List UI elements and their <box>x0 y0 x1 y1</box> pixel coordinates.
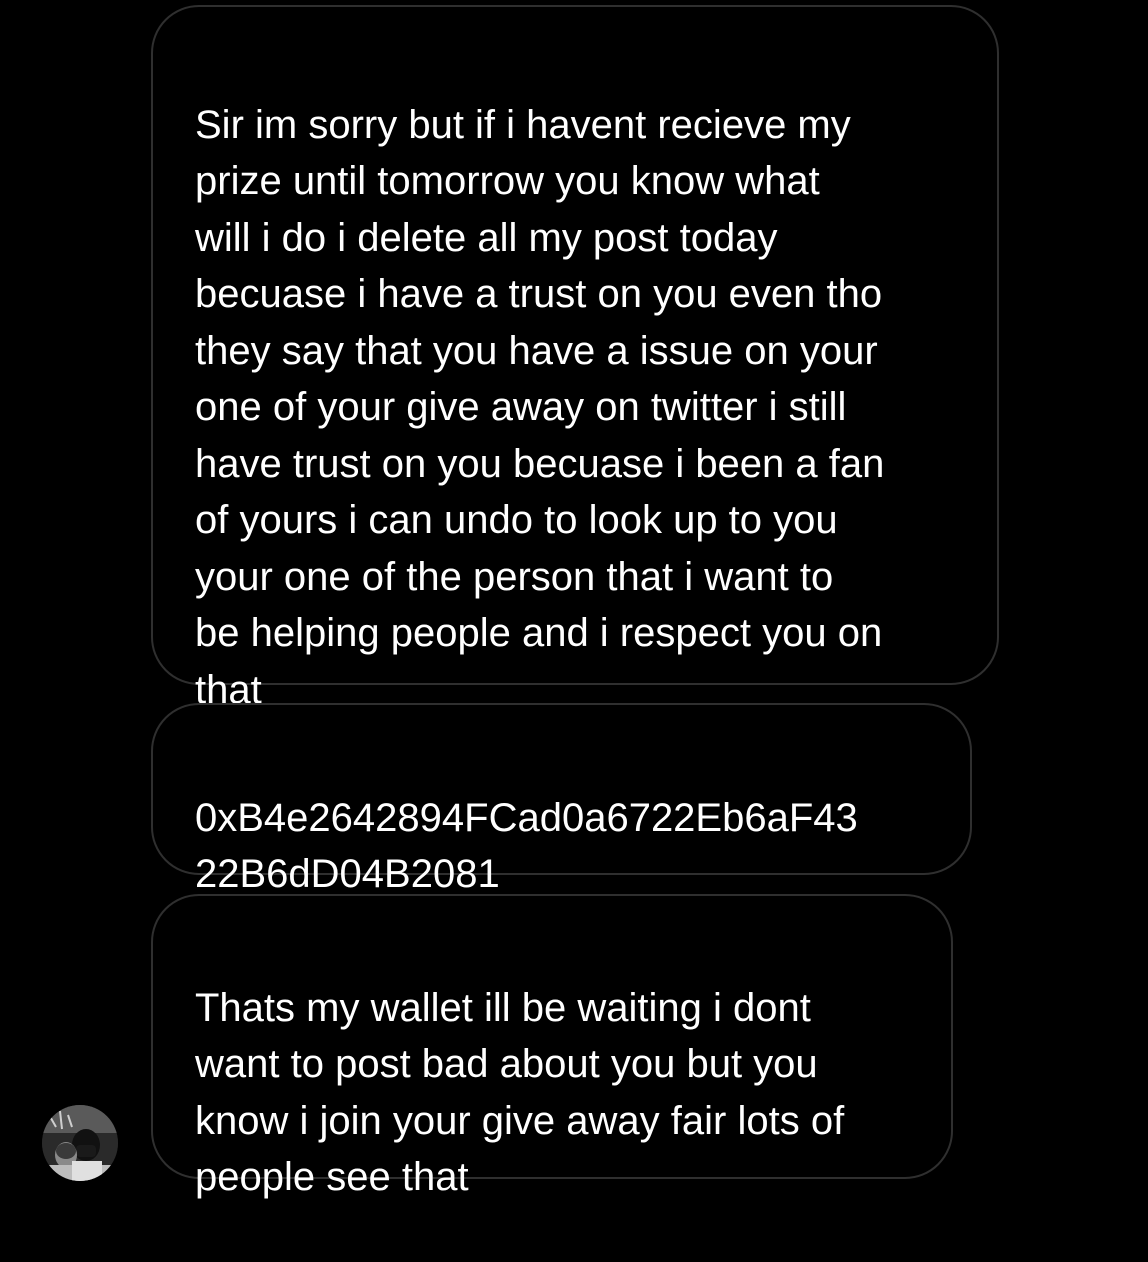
message-bubble[interactable]: Thats my wallet ill be waiting i dont wa… <box>151 894 953 1199</box>
message-bubble[interactable]: 0xB4e2642894FCad0a6722Eb6aF43 22B6dD04B2… <box>151 703 972 896</box>
message-bubble[interactable]: Sir im sorry but if i havent recieve my … <box>151 5 999 712</box>
message-text: 0xB4e2642894FCad0a6722Eb6aF43 22B6dD04B2… <box>195 795 858 897</box>
profile-photo-icon <box>42 1105 118 1181</box>
message-text: Thats my wallet ill be waiting i dont wa… <box>195 985 845 1200</box>
message-thread: Sir im sorry but if i havent recieve my … <box>0 0 1148 1200</box>
sender-avatar[interactable] <box>42 1105 118 1181</box>
message-text: Sir im sorry but if i havent recieve my … <box>195 102 885 712</box>
